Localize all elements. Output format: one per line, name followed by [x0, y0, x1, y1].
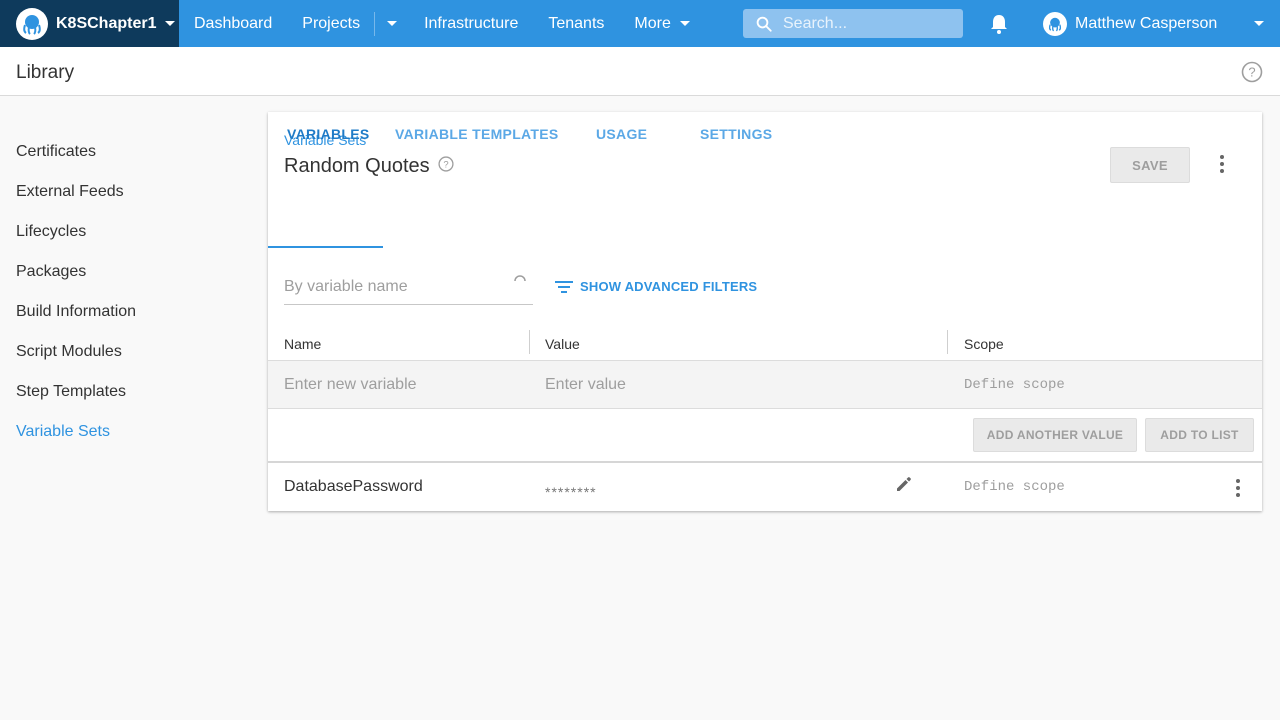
- column-resize-handle[interactable]: [529, 330, 530, 354]
- sidebar-item-script-modules[interactable]: Script Modules: [16, 340, 136, 380]
- more-options-icon[interactable]: [1214, 154, 1230, 179]
- tab-variable-templates[interactable]: VARIABLE TEMPLATES: [395, 112, 559, 156]
- help-icon[interactable]: ?: [1241, 61, 1263, 88]
- new-variable-value-input[interactable]: [545, 376, 925, 394]
- filter-icon: [555, 280, 573, 293]
- variable-value[interactable]: ********: [545, 484, 597, 500]
- nav-infrastructure[interactable]: Infrastructure: [409, 0, 533, 47]
- column-header-scope: Scope: [964, 336, 1004, 352]
- sidebar-item-build-information[interactable]: Build Information: [16, 300, 136, 340]
- define-scope-field[interactable]: Define scope: [964, 377, 1065, 393]
- add-another-value-button[interactable]: ADD ANOTHER VALUE: [973, 418, 1137, 452]
- sidebar-item-variable-sets[interactable]: Variable Sets: [16, 420, 136, 460]
- variable-name[interactable]: DatabasePassword: [284, 478, 423, 496]
- add-to-list-button[interactable]: ADD TO LIST: [1145, 418, 1254, 452]
- sidebar-item-lifecycles[interactable]: Lifecycles: [16, 220, 136, 260]
- variable-scope[interactable]: Define scope: [964, 479, 1065, 495]
- show-advanced-filters-label: SHOW ADVANCED FILTERS: [580, 279, 758, 294]
- space-switcher[interactable]: K8SChapter1: [0, 0, 179, 47]
- page-header: Library ?: [0, 47, 1280, 96]
- sidebar-item-external-feeds[interactable]: External Feeds: [16, 180, 136, 220]
- sidebar-item-step-templates[interactable]: Step Templates: [16, 380, 136, 420]
- loading-spinner-icon: [514, 275, 526, 282]
- column-header-name: Name: [284, 336, 322, 352]
- svg-text:?: ?: [443, 159, 448, 170]
- card-title: Random Quotes: [284, 155, 430, 177]
- sidebar-item-packages[interactable]: Packages: [16, 260, 136, 300]
- tab-settings[interactable]: SETTINGS: [700, 112, 772, 156]
- nav-more[interactable]: More: [619, 0, 704, 47]
- edit-icon[interactable]: [894, 474, 914, 499]
- variable-name-filter[interactable]: [284, 272, 533, 305]
- show-advanced-filters-button[interactable]: SHOW ADVANCED FILTERS: [555, 279, 757, 294]
- chevron-down-icon[interactable]: [1254, 21, 1264, 26]
- tab-usage[interactable]: USAGE: [596, 112, 647, 156]
- search-box[interactable]: [743, 9, 963, 38]
- user-name: Matthew Casperson: [1075, 14, 1218, 32]
- nav-dashboard[interactable]: Dashboard: [179, 0, 287, 47]
- chevron-down-icon: [679, 21, 690, 26]
- nav-projects[interactable]: Projects: [287, 0, 374, 47]
- projects-dropdown-button[interactable]: [375, 0, 409, 47]
- nav-more-label: More: [634, 14, 671, 32]
- library-sidebar: Certificates External Feeds Lifecycles P…: [16, 140, 136, 460]
- svg-text:?: ?: [1248, 65, 1255, 80]
- save-button[interactable]: SAVE: [1110, 147, 1190, 183]
- help-icon[interactable]: ?: [438, 156, 454, 177]
- new-variable-name-input[interactable]: [284, 376, 514, 394]
- nav-tenants[interactable]: Tenants: [533, 0, 619, 47]
- search-input[interactable]: [781, 13, 955, 34]
- new-variable-row: Define scope: [268, 361, 1262, 409]
- chevron-down-icon: [387, 21, 398, 26]
- user-avatar-icon: [1043, 11, 1067, 36]
- page-title: Library: [16, 62, 75, 83]
- column-header-value: Value: [545, 336, 580, 352]
- active-tab-indicator: [268, 246, 383, 248]
- sidebar-item-certificates[interactable]: Certificates: [16, 140, 136, 180]
- search-icon: [756, 16, 772, 32]
- octopus-logo-icon: [16, 7, 48, 40]
- chevron-down-icon: [165, 21, 176, 26]
- tab-variables[interactable]: VARIABLES: [287, 112, 370, 156]
- column-resize-handle[interactable]: [947, 330, 948, 354]
- more-options-icon[interactable]: [1230, 478, 1246, 503]
- row-divider: [268, 461, 1262, 463]
- user-menu[interactable]: Matthew Casperson: [1043, 0, 1217, 47]
- variable-set-card: Variable Sets Random Quotes ? SAVE VARIA…: [268, 112, 1262, 511]
- variable-name-filter-input[interactable]: [284, 278, 504, 296]
- space-name: K8SChapter1: [56, 14, 157, 32]
- bell-icon[interactable]: [989, 13, 1009, 40]
